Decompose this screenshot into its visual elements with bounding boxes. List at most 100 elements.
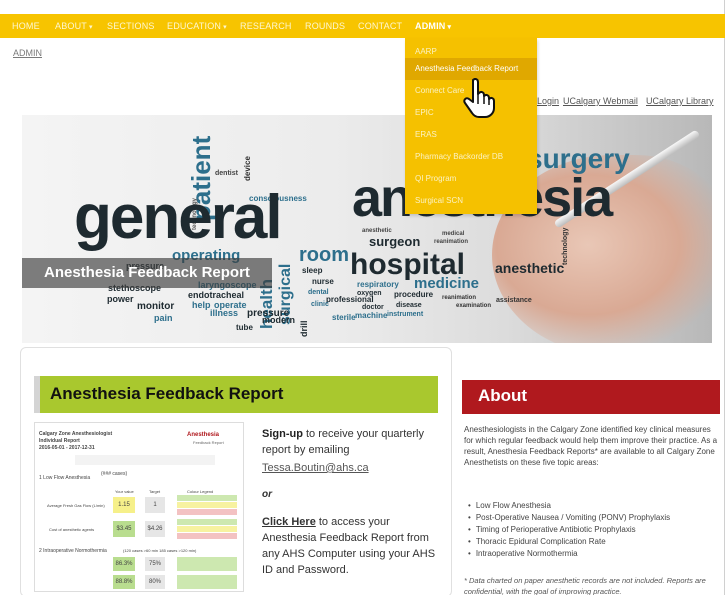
word-endotracheal: endotracheal <box>188 290 245 300</box>
word-drill: dentist <box>215 170 238 177</box>
about-body: Anesthesiologists in the Calgary Zone id… <box>464 425 718 467</box>
nav-about[interactable]: ABOUT ▾ <box>55 14 93 38</box>
email-link[interactable]: Tessa.Boutin@ahs.ca <box>262 462 369 474</box>
about-note: * Data charted on paper anesthetic recor… <box>464 576 706 595</box>
word-doctor: assistance <box>496 297 532 304</box>
word-monitor: monitor <box>137 301 175 312</box>
breadcrumb[interactable]: ADMIN <box>13 48 42 58</box>
word-operate: operate <box>214 300 247 310</box>
list-item: Thoracic Epidural Complication Rate <box>468 536 670 548</box>
dropdown-item-anesthesia-feedback-report[interactable]: Anesthesia Feedback Report <box>405 58 537 80</box>
report-thumbnail[interactable]: Calgary Zone Anesthesiologist Individual… <box>34 422 244 592</box>
thumb-legend-red <box>177 509 237 515</box>
hero-banner: patient device dentist consciousness tec… <box>22 115 712 343</box>
thumb-row2-target: $4.26 <box>145 521 165 537</box>
login-link[interactable]: Login <box>537 96 559 106</box>
word-dental: clinic <box>311 301 329 308</box>
caret-down-icon: ▾ <box>223 24 227 31</box>
nav-contact[interactable]: CONTACT <box>358 14 402 38</box>
thumb-note-row <box>75 455 215 465</box>
nav-research[interactable]: RESEARCH <box>240 14 292 38</box>
thumb-title-1: Calgary Zone Anesthesiologist <box>39 431 113 437</box>
word-working: drill <box>299 320 309 337</box>
list-item: Intraoperative Normothermia <box>468 548 670 560</box>
click-here-link[interactable]: Click Here <box>262 516 316 528</box>
word-procedure: nurse <box>312 277 334 286</box>
dropdown-item-qi-program[interactable]: QI Program <box>405 168 537 190</box>
thumb-legend-yellow <box>177 502 237 508</box>
word-pressing: pressure <box>247 308 290 319</box>
word-surgeon: surgeon <box>369 234 421 249</box>
about-heading: About <box>478 386 528 405</box>
word-examination: reanimation <box>434 239 469 245</box>
hand-cursor-icon <box>463 78 495 118</box>
top-nav: HOME ABOUT ▾ SECTIONS EDUCATION ▾ RESEARCH… <box>0 14 725 38</box>
thumb-row4-val: 88.8% <box>113 575 135 589</box>
word-medical: anesthetic <box>495 260 565 276</box>
word-sleep: sterile <box>332 313 356 322</box>
word-anesthetic: dental <box>308 289 329 296</box>
word-power: power <box>107 294 134 304</box>
or-text: or <box>262 489 272 500</box>
thumb-row3-val: 86.3% <box>113 557 135 571</box>
dropdown-item-pharmacy-backorder-db[interactable]: Pharmacy Backorder DB <box>405 146 537 168</box>
list-item: Post-Operative Nausea / Vomiting (PONV) … <box>468 512 670 524</box>
word-disease: examination <box>456 303 492 309</box>
dropdown-item-surgical-scn[interactable]: Surgical SCN <box>405 190 537 212</box>
nav-rounds[interactable]: ROUNDS <box>305 14 345 38</box>
thumb-legend-red-2 <box>177 533 237 539</box>
thumb-row4-target: 80% <box>145 575 165 589</box>
word-oxygen: machine <box>355 311 388 320</box>
word-assistance: reanimation <box>442 295 477 301</box>
word-surgery: surgery <box>527 143 630 174</box>
nav-home[interactable]: HOME <box>12 14 40 38</box>
thumb-row1-val: 1.15 <box>113 497 135 513</box>
nav-admin[interactable]: ADMIN ▾ <box>415 14 451 38</box>
dropdown-item-eras[interactable]: ERAS <box>405 124 537 146</box>
thumb-legend-4 <box>177 575 237 589</box>
page-frame: HOME ABOUT ▾ SECTIONS EDUCATION ▾ RESEARCH… <box>0 0 725 595</box>
word-anesthesia-small: anesthetic <box>362 228 392 234</box>
thumb-sec1: 1 Low Flow Anesthesia <box>39 475 91 481</box>
thumb-sec2: 2 Intraoperative Normothermia <box>39 548 107 554</box>
word-technology: procedure <box>394 290 434 299</box>
word-tube: tube <box>236 323 253 332</box>
word-pain: pain <box>154 313 173 323</box>
thumb-row2-val: $3.45 <box>113 521 135 537</box>
caret-down-icon: ▾ <box>447 24 452 31</box>
library-link[interactable]: UCalgary Library <box>646 96 714 106</box>
list-item: Low Flow Anesthesia <box>468 500 670 512</box>
word-device: technology <box>562 227 569 265</box>
about-topic-list: Low Flow Anesthesia Post-Operative Nause… <box>468 500 670 560</box>
word-respiratory: sleep <box>302 266 323 275</box>
caret-down-icon: ▾ <box>89 24 93 31</box>
feedback-heading: Anesthesia Feedback Report <box>50 384 284 403</box>
thumb-logo: Anesthesia <box>187 432 220 438</box>
word-help: help <box>192 300 211 310</box>
thumb-col-you: Your value <box>115 489 134 494</box>
word-illness: illness <box>210 308 239 318</box>
word-push: device <box>243 156 252 181</box>
word-general: general <box>74 183 283 252</box>
word-instrument: disease <box>396 302 422 309</box>
webmail-link[interactable]: UCalgary Webmail <box>563 96 638 106</box>
banner-title: Anesthesia Feedback Report <box>44 264 250 281</box>
nav-sections[interactable]: SECTIONS <box>107 14 155 38</box>
thumb-sec1-cases: (### cases) <box>101 471 128 477</box>
thumb-dates: 2016-05-01 - 2017-12-31 <box>39 445 95 451</box>
admin-dropdown: AARP Anesthesia Feedback Report Connect … <box>405 38 537 214</box>
thumb-row2: Cost of anesthetic agents <box>49 527 95 532</box>
thumb-legend-yellow-2 <box>177 526 237 532</box>
nav-education[interactable]: EDUCATION ▾ <box>167 14 227 38</box>
thumb-col-target: Target <box>149 489 161 494</box>
thumb-legend-3 <box>177 557 237 571</box>
click-here-text: Click Here to access your Anesthesia Fee… <box>262 514 442 578</box>
word-consciousness: professional <box>326 295 374 304</box>
thumb-row1-target: 1 <box>145 497 165 513</box>
thumb-col-legend: Colour Legend <box>187 489 214 494</box>
signup-bold: Sign-up <box>262 428 303 440</box>
thumb-title-2: Individual Report <box>39 438 80 444</box>
word-nurse: oxygen <box>357 290 382 297</box>
signup-text: Sign-up to receive your quarterly report… <box>262 426 442 458</box>
list-item: Timing of Perioperative Antibiotic Proph… <box>468 524 670 536</box>
